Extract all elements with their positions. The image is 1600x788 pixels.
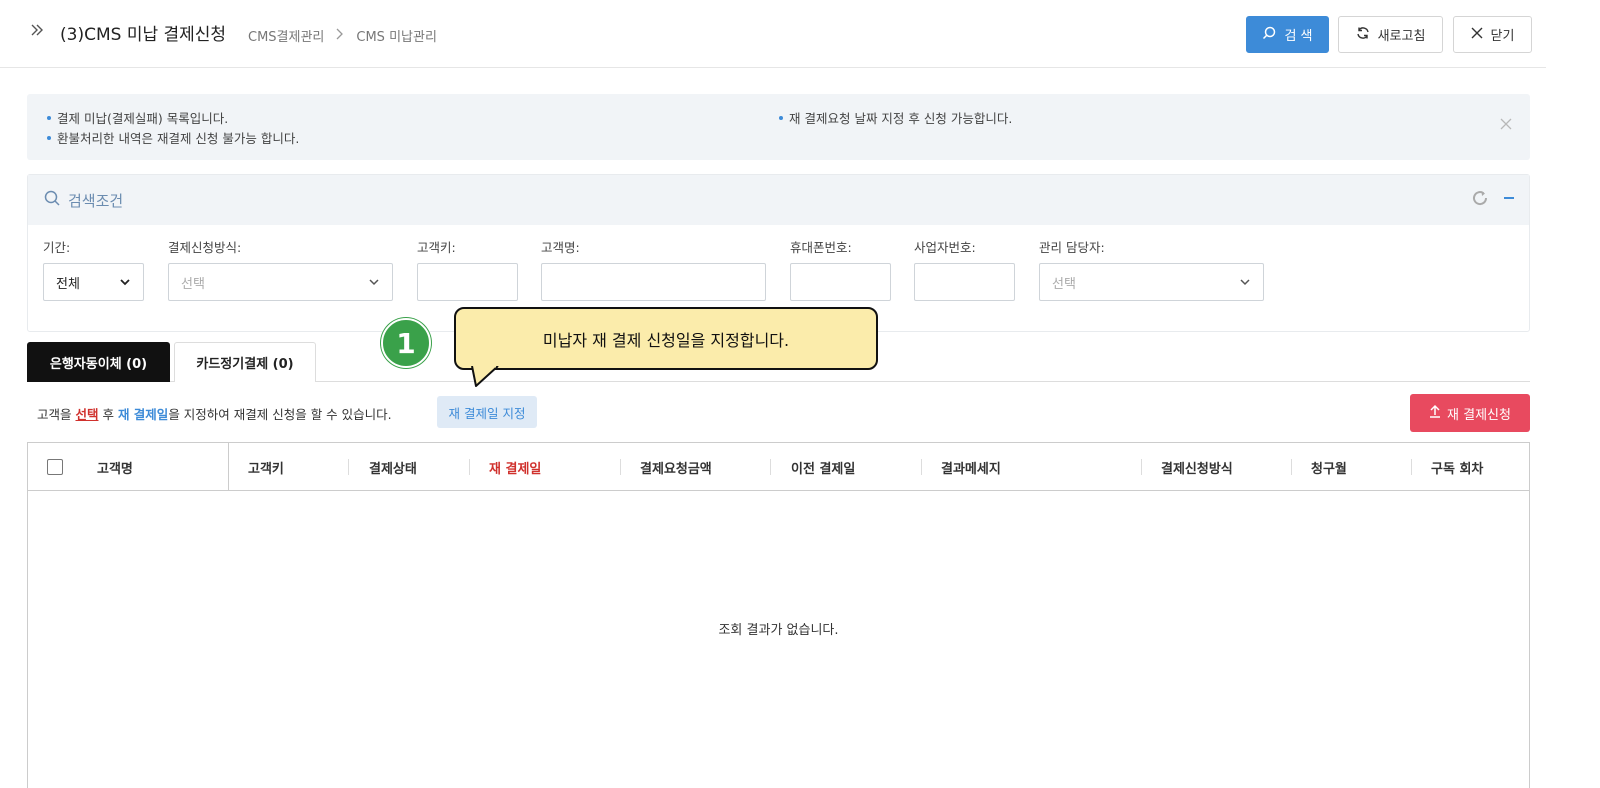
guide-text-redate: 재 결제일 <box>117 407 169 422</box>
col-repayment-date[interactable]: 재 결제일 <box>489 443 541 491</box>
customer-name-label: 고객명: <box>541 240 580 255</box>
biz-no-input[interactable] <box>914 263 1015 301</box>
search-panel-tools <box>1471 189 1515 211</box>
refresh-button-label: 새로고침 <box>1377 29 1426 44</box>
method-placeholder: 선택 <box>181 276 205 292</box>
manager-placeholder: 선택 <box>1052 276 1076 292</box>
breadcrumb-item-cms-payment[interactable]: CMS결제관리 <box>248 26 324 45</box>
col-payment-method[interactable]: 결제신청방식 <box>1161 443 1233 491</box>
col-customer-key[interactable]: 고객키 <box>248 443 284 491</box>
customer-name-input[interactable] <box>541 263 766 301</box>
col-result-message[interactable]: 결과메세지 <box>941 443 1001 491</box>
unpaid-grid: 고객명 고객키 결제상태 재 결제일 결제요청금액 이전 결제일 결과메세지 결… <box>27 442 1530 788</box>
column-divider <box>348 459 349 475</box>
callout-bubble: 미납자 재 결제 신청일을 지정합니다. <box>454 307 878 370</box>
notice-text: 재 결제요청 날짜 지정 후 신청 가능합니다. <box>789 111 1013 126</box>
collapse-icon[interactable] <box>1503 192 1515 208</box>
method-select[interactable]: 선택 <box>168 263 393 301</box>
page-title: (3)CMS 미납 결제신청 <box>60 25 227 45</box>
mobile-input[interactable] <box>790 263 891 301</box>
reapply-payment-button[interactable]: 재 결제신청 <box>1410 394 1530 432</box>
chevron-down-icon <box>1239 276 1251 292</box>
search-icon <box>1262 26 1276 44</box>
close-button[interactable]: 닫기 <box>1453 16 1532 53</box>
customer-key-input[interactable] <box>417 263 518 301</box>
column-divider <box>469 459 470 475</box>
notice-item: 재 결제요청 날짜 지정 후 신청 가능합니다. <box>779 108 1012 127</box>
guide-text: 고객을 선택 후 재 결제일을 지정하여 재결제 신청을 할 수 있습니다. <box>37 404 392 423</box>
tab-card-payment[interactable]: 카드정기결제 (0) <box>174 342 316 382</box>
grid-header: 고객명 고객키 결제상태 재 결제일 결제요청금액 이전 결제일 결과메세지 결… <box>28 443 1529 491</box>
column-divider <box>1291 459 1292 475</box>
notice-box: 결제 미납(결제실패) 목록입니다. 환불처리한 내역은 재결제 신청 불가능 … <box>27 94 1530 160</box>
close-button-label: 닫기 <box>1490 29 1515 44</box>
period-select[interactable]: 전체 <box>43 263 144 301</box>
col-customer-name[interactable]: 고객명 <box>97 443 133 491</box>
step-number-badge: 1 <box>381 318 431 368</box>
callout-tail <box>471 366 499 387</box>
notice-close-icon[interactable] <box>1500 114 1512 135</box>
guide-text-select: 선택 <box>75 407 99 422</box>
menu-expand-icon[interactable] <box>30 22 44 41</box>
tab-bank-transfer[interactable]: 은행자동이체 (0) <box>27 342 170 382</box>
column-divider <box>620 459 621 475</box>
column-divider <box>770 459 771 475</box>
biz-no-label: 사업자번호: <box>914 240 976 255</box>
chevron-down-icon <box>119 276 131 292</box>
reapply-payment-label: 재 결제신청 <box>1447 407 1511 423</box>
search-panel-header: 검색조건 <box>28 175 1529 225</box>
col-request-amount[interactable]: 결제요청금액 <box>640 443 712 491</box>
search-icon <box>44 190 60 210</box>
customer-key-label: 고객키: <box>417 240 456 255</box>
notice-item: 환불처리한 내역은 재결제 신청 불가능 합니다. <box>47 128 299 147</box>
guide-text-part: 고객을 <box>37 407 76 422</box>
notice-text: 결제 미납(결제실패) 목록입니다. <box>57 111 229 126</box>
refresh-icon <box>1356 26 1370 44</box>
close-icon <box>1471 27 1483 43</box>
guide-text-part: 후 <box>98 407 118 422</box>
manager-select[interactable]: 선택 <box>1039 263 1264 301</box>
col-billing-month[interactable]: 청구월 <box>1311 443 1347 491</box>
upload-arrow-icon <box>1429 404 1441 422</box>
refresh-button[interactable]: 새로고침 <box>1338 16 1443 53</box>
search-panel-title: 검색조건 <box>68 191 124 210</box>
reset-icon[interactable] <box>1471 189 1489 211</box>
notice-text: 환불처리한 내역은 재결제 신청 불가능 합니다. <box>57 131 300 146</box>
period-value: 전체 <box>56 276 80 292</box>
manager-label: 관리 담당자: <box>1039 240 1105 255</box>
bullet-icon <box>47 135 51 140</box>
period-label: 기간: <box>43 240 71 255</box>
select-all-checkbox[interactable] <box>47 459 63 475</box>
bullet-icon <box>779 115 783 120</box>
column-divider <box>1411 459 1412 475</box>
notice-item: 결제 미납(결제실패) 목록입니다. <box>47 108 228 127</box>
method-label: 결제신청방식: <box>168 240 242 255</box>
mobile-label: 휴대폰번호: <box>790 240 852 255</box>
search-button[interactable]: 검 색 <box>1246 16 1329 53</box>
page-header: (3)CMS 미납 결제신청 CMS결제관리 CMS 미납관리 검 색 새로고침… <box>0 0 1546 68</box>
empty-message: 조회 결과가 없습니다. <box>718 623 839 638</box>
col-previous-payment-date[interactable]: 이전 결제일 <box>791 443 855 491</box>
column-divider <box>921 459 922 475</box>
breadcrumb: CMS결제관리 CMS 미납관리 <box>248 26 437 45</box>
col-subscription-count[interactable]: 구독 회차 <box>1431 443 1483 491</box>
bullet-icon <box>47 115 51 120</box>
guide-text-part: 을 지정하여 재결제 신청을 할 수 있습니다. <box>168 407 392 422</box>
search-button-label: 검 색 <box>1284 29 1313 44</box>
column-divider <box>1141 459 1142 475</box>
frozen-column-divider <box>228 443 229 491</box>
col-payment-status[interactable]: 결제상태 <box>369 443 417 491</box>
breadcrumb-item-cms-unpaid[interactable]: CMS 미납관리 <box>356 26 437 45</box>
chevron-down-icon <box>368 276 380 292</box>
set-repayment-date-button[interactable]: 재 결제일 지정 <box>437 396 537 428</box>
chevron-right-icon <box>336 28 344 44</box>
